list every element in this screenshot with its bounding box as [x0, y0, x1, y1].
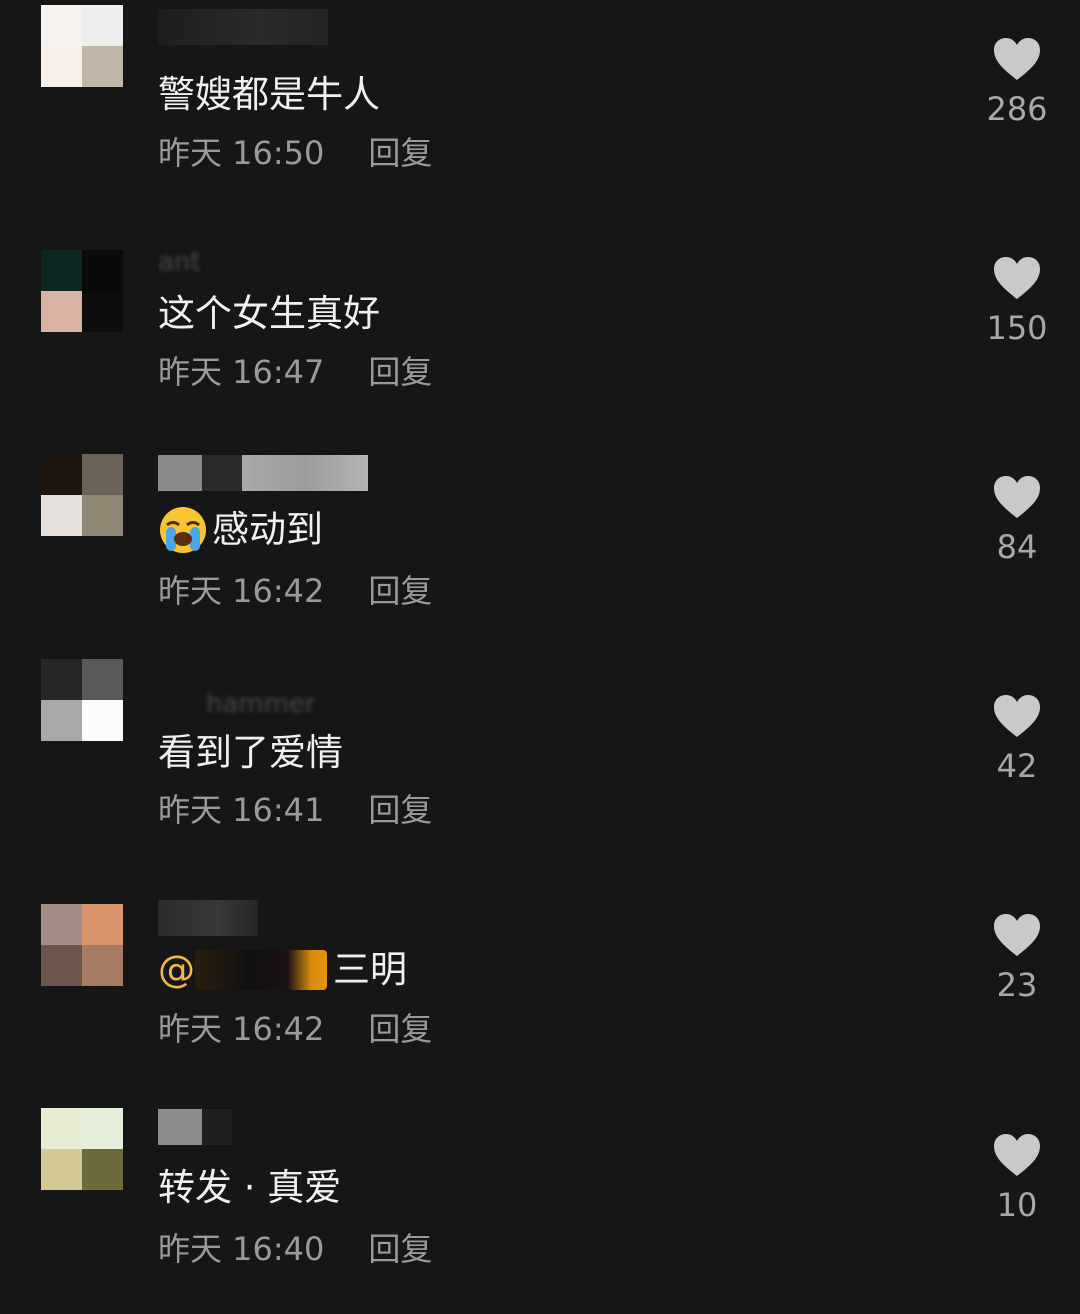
- like-button[interactable]: 10: [976, 1133, 1058, 1225]
- reply-button[interactable]: 回复: [368, 572, 432, 610]
- avatar[interactable]: [41, 659, 123, 741]
- heart-icon: [994, 695, 1040, 737]
- avatar[interactable]: [41, 1108, 123, 1190]
- username-redacted[interactable]: [158, 900, 258, 936]
- comment-time: 昨天 16:47: [158, 353, 325, 391]
- reply-button[interactable]: 回复: [368, 791, 432, 829]
- comment-item: 感动到 昨天 16:42 回复 84: [0, 438, 1080, 657]
- mention-link[interactable]: @: [158, 946, 195, 994]
- avatar[interactable]: [41, 5, 123, 87]
- comment-meta: 昨天 16:42 回复: [158, 571, 432, 611]
- comment-item: ㅤㅤhammer 看到了爱情 昨天 16:41 回复 42: [0, 657, 1080, 876]
- like-count: 42: [996, 747, 1038, 785]
- comment-item: 转发 · 真爱 昨天 16:40 回复 10: [0, 1095, 1080, 1314]
- username-redacted[interactable]: ㅤㅤhammer: [158, 683, 316, 719]
- heart-icon: [994, 38, 1040, 80]
- comment-item: 警嫂都是牛人 昨天 16:50 回复 286: [0, 0, 1080, 219]
- reply-button[interactable]: 回复: [368, 1010, 432, 1048]
- comment-text: 看到了爱情: [158, 731, 343, 774]
- avatar[interactable]: [41, 904, 123, 986]
- comment-item: @ 三明 昨天 16:42 回复 23: [0, 876, 1080, 1095]
- comment-time: 昨天 16:40: [158, 1230, 325, 1268]
- heart-icon: [994, 914, 1040, 956]
- comment-time: 昨天 16:42: [158, 1010, 325, 1048]
- comment-text: @ 三明: [158, 946, 407, 994]
- heart-icon: [994, 476, 1040, 518]
- reply-button[interactable]: 回复: [368, 134, 432, 172]
- like-button[interactable]: 286: [976, 37, 1058, 129]
- avatar[interactable]: [41, 454, 123, 536]
- like-button[interactable]: 42: [976, 694, 1058, 786]
- avatar[interactable]: [41, 250, 123, 332]
- comment-meta: 昨天 16:40 回复: [158, 1229, 432, 1269]
- comment-meta: 昨天 16:41 回复: [158, 790, 432, 830]
- comment-time: 昨天 16:50: [158, 134, 325, 172]
- username-redacted[interactable]: [158, 9, 328, 45]
- comment-item: ant 这个女生真好 昨天 16:47 回复 150: [0, 219, 1080, 438]
- comment-time: 昨天 16:42: [158, 572, 325, 610]
- mention-redacted: [195, 950, 327, 990]
- like-button[interactable]: 23: [976, 913, 1058, 1005]
- comment-meta: 昨天 16:47 回复: [158, 352, 432, 392]
- reply-button[interactable]: 回复: [368, 1230, 432, 1268]
- comment-text: 警嫂都是牛人: [158, 73, 380, 116]
- username-redacted[interactable]: [158, 455, 368, 491]
- loudly-crying-face-icon: [160, 507, 206, 553]
- comment-text: 这个女生真好: [158, 292, 380, 335]
- like-button[interactable]: 150: [976, 256, 1058, 348]
- comment-meta: 昨天 16:42 回复: [158, 1009, 432, 1049]
- comment-meta: 昨天 16:50 回复: [158, 133, 432, 173]
- heart-icon: [994, 257, 1040, 299]
- comment-text: 转发 · 真爱: [158, 1166, 342, 1209]
- username-redacted[interactable]: ant: [158, 244, 201, 280]
- like-count: 286: [986, 90, 1048, 128]
- comment-text: 感动到: [158, 505, 323, 555]
- comment-time: 昨天 16:41: [158, 791, 325, 829]
- like-count: 150: [986, 309, 1048, 347]
- username-redacted[interactable]: [158, 1109, 232, 1145]
- reply-button[interactable]: 回复: [368, 353, 432, 391]
- like-count: 23: [996, 966, 1038, 1004]
- like-button[interactable]: 84: [976, 475, 1058, 567]
- like-count: 10: [996, 1186, 1038, 1224]
- heart-icon: [994, 1134, 1040, 1176]
- like-count: 84: [996, 528, 1038, 566]
